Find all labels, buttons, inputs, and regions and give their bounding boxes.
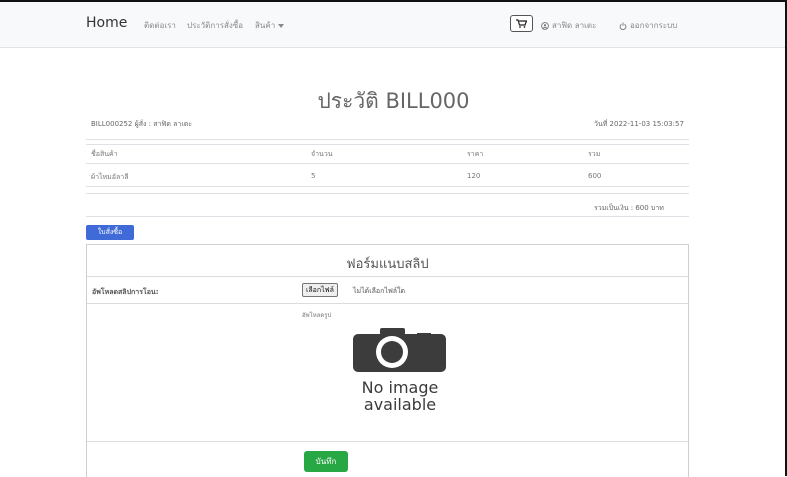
page-title: ประวัติ BILL000 — [317, 89, 470, 113]
column-header-price: ราคา — [467, 150, 484, 158]
form-divider — [87, 441, 688, 442]
upload-label: อัพโหลดสลิปการโอน: — [92, 288, 159, 296]
form-divider — [87, 276, 688, 277]
form-title: ฟอร์มแนบสลิป — [346, 257, 429, 272]
logout-label: ออกจากระบบ — [630, 21, 678, 30]
user-menu[interactable]: สาฟิด ลาเตะ — [541, 19, 596, 32]
cart-button[interactable] — [510, 15, 533, 32]
no-image-line2: available — [363, 395, 437, 414]
divider — [86, 139, 689, 140]
chevron-down-icon — [278, 23, 285, 28]
cell-total: 600 — [588, 172, 602, 180]
choose-file-button[interactable]: เลือกไฟล์ — [302, 283, 338, 297]
table-bottom-border — [86, 193, 689, 194]
column-header-total: รวม — [588, 150, 601, 158]
slip-upload-form: ฟอร์มแนบสลิป อัพโหลดสลิปการโอน: เลือกไฟล… — [86, 244, 689, 477]
preview-label: อัพโหลดรูป — [302, 312, 332, 319]
order-history-link[interactable]: ประวัติการสั่งซื้อ — [187, 19, 243, 32]
no-image-line1: No image — [361, 378, 439, 397]
table-header-border — [86, 144, 689, 145]
column-header-quantity: จำนวน — [311, 150, 333, 158]
cell-price: 120 — [467, 172, 481, 180]
divider — [86, 216, 689, 217]
cell-quantity: 5 — [311, 172, 316, 180]
user-name: สาฟิด ลาเตะ — [552, 21, 597, 30]
bill-info: BILL000252 ผู้สั่ง : สาฟิด ลาเตะ — [91, 120, 193, 128]
save-button[interactable]: บันทึก — [304, 451, 348, 472]
no-image-text: No image available — [335, 379, 465, 413]
cell-product: ผ้าไหมอัลาลี — [91, 173, 129, 181]
column-header-product: ชื่อสินค้า — [91, 150, 118, 158]
file-status: ไม่ได้เลือกไฟล์ใด — [353, 287, 406, 295]
cart-icon — [516, 19, 527, 28]
table-row-border — [86, 163, 689, 164]
user-circle-icon — [541, 21, 549, 30]
no-image-placeholder: No image available — [335, 327, 465, 417]
grand-total: รวมเป็นเงิน : 600 บาท — [594, 204, 664, 212]
logout-link[interactable]: ออกจากระบบ — [619, 19, 677, 32]
home-link[interactable]: Home — [86, 15, 127, 31]
navbar: Home ติดต่อเรา ประวัติการสั่งซื้อ สินค้า… — [0, 2, 785, 48]
table-row-border — [86, 186, 689, 187]
contact-link[interactable]: ติดต่อเรา — [144, 19, 176, 32]
form-divider — [87, 303, 688, 304]
camera-icon — [353, 328, 446, 372]
order-date: วันที่ 2022-11-03 15:03:57 — [594, 120, 684, 128]
power-icon — [619, 22, 627, 30]
products-label: สินค้า — [255, 21, 276, 30]
order-slip-button[interactable]: ใบสั่งซื้อ — [86, 225, 134, 240]
products-dropdown[interactable]: สินค้า — [255, 19, 285, 32]
